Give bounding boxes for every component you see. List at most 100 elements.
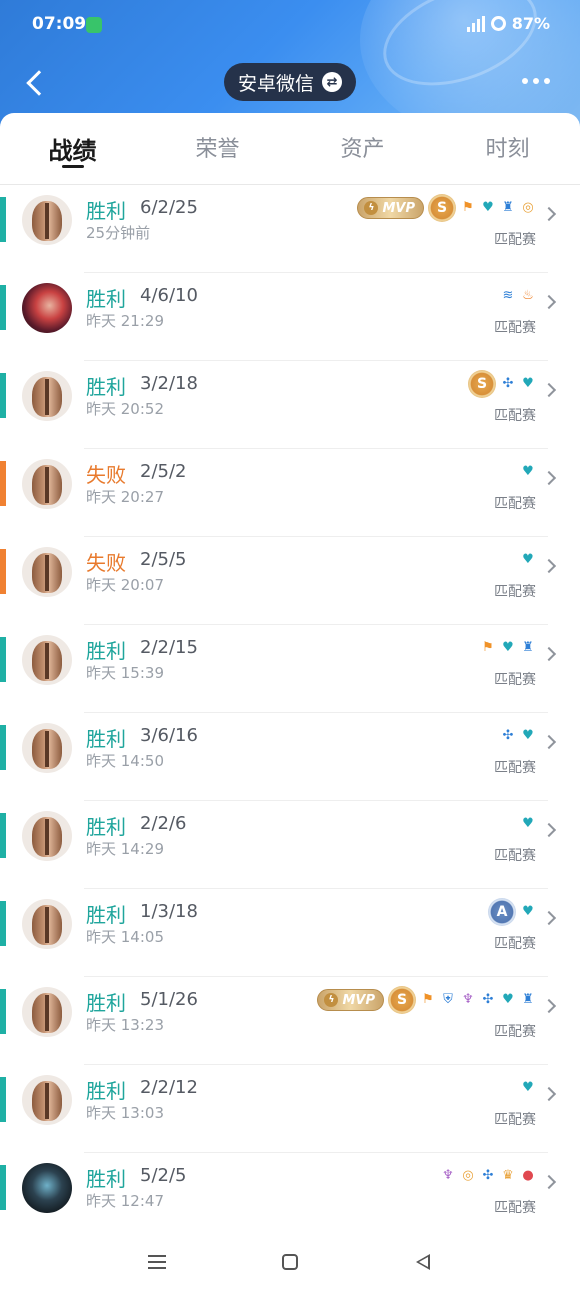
heart-plus-icon: ♥	[522, 552, 534, 567]
heart-plus-icon: ♥	[522, 1080, 534, 1095]
assist-icon: ✣	[482, 1168, 494, 1183]
match-time: 昨天 14:29	[86, 840, 164, 858]
match-kda: 2/5/5	[140, 549, 187, 570]
account-label: 安卓微信	[238, 72, 315, 95]
match-mode: 匹配赛	[494, 936, 536, 952]
match-result: 胜利	[86, 815, 126, 839]
result-indicator	[0, 1077, 6, 1122]
match-badges: ✣ ♥	[500, 723, 536, 749]
match-row[interactable]: 胜利 2/2/12 昨天 13:03 ♥ 匹配赛	[0, 1065, 580, 1153]
match-row[interactable]: 胜利 6/2/25 25分钟前 ϟ MVP S ⚑ ♥ ♜ ◎ 匹配赛	[0, 185, 580, 273]
match-kda: 2/2/6	[140, 813, 187, 834]
chevron-right-icon	[541, 734, 557, 750]
match-time: 昨天 15:39	[86, 664, 164, 682]
match-badges: ≋ ♨	[500, 283, 536, 309]
result-indicator	[0, 373, 6, 418]
match-time: 昨天 20:52	[86, 400, 164, 418]
grade-badge: S	[468, 370, 496, 398]
chevron-right-icon	[541, 206, 557, 222]
more-options-button[interactable]	[522, 78, 550, 84]
tab-honor[interactable]: 荣誉	[145, 113, 290, 184]
demon-icon: ♆	[462, 992, 474, 1007]
hero-avatar	[22, 899, 72, 949]
back-arrow-icon	[26, 70, 52, 96]
match-time: 昨天 12:47	[86, 1192, 164, 1210]
match-row[interactable]: 胜利 5/1/26 昨天 13:23 ϟ MVP S ⚑ ⛨ ♆ ✣ ♥ ♜ 匹配赛	[0, 977, 580, 1065]
match-badges: ♥	[520, 547, 536, 573]
tab-assets[interactable]: 资产	[290, 113, 435, 184]
match-result: 胜利	[86, 199, 126, 223]
swap-icon: ⇄	[322, 72, 343, 92]
match-result: 失败	[86, 463, 126, 487]
grade-badge: A	[488, 898, 516, 926]
match-row[interactable]: 失败 2/5/2 昨天 20:27 ♥ 匹配赛	[0, 449, 580, 537]
match-result: 胜利	[86, 375, 126, 399]
assist-icon: ✣	[502, 376, 514, 391]
hero-avatar	[22, 547, 72, 597]
match-list: 胜利 6/2/25 25分钟前 ϟ MVP S ⚑ ♥ ♜ ◎ 匹配赛 胜利 4/6/10 …	[0, 185, 580, 1241]
match-row[interactable]: 胜利 2/2/6 昨天 14:29 ♥ 匹配赛	[0, 801, 580, 889]
match-result: 胜利	[86, 1167, 126, 1191]
match-badges: ϟ MVP S ⚑ ⛨ ♆ ✣ ♥ ♜	[317, 986, 536, 1014]
match-row[interactable]: 胜利 2/2/15 昨天 15:39 ⚑ ♥ ♜ 匹配赛	[0, 625, 580, 713]
app-notification-icon	[86, 17, 102, 33]
back-button[interactable]	[20, 66, 52, 100]
tab-record[interactable]: 战绩	[0, 113, 145, 184]
match-mode: 匹配赛	[494, 496, 536, 512]
heart-plus-icon: ♥	[522, 464, 534, 479]
hero-avatar	[22, 371, 72, 421]
result-indicator	[0, 901, 6, 946]
match-mode: 匹配赛	[494, 1112, 536, 1128]
recent-apps-button[interactable]	[148, 1255, 166, 1269]
match-badges: ϟ MVP S ⚑ ♥ ♜ ◎	[357, 194, 536, 222]
hero-avatar	[22, 1163, 72, 1213]
chevron-right-icon	[541, 1086, 557, 1102]
account-switch-button[interactable]: 安卓微信 ⇄	[224, 63, 357, 101]
match-row[interactable]: 胜利 3/2/18 昨天 20:52 S ✣ ♥ 匹配赛	[0, 361, 580, 449]
match-time: 昨天 14:05	[86, 928, 164, 946]
heart-plus-icon: ♥	[522, 904, 534, 919]
match-time: 昨天 13:03	[86, 1104, 164, 1122]
match-mode: 匹配赛	[494, 1024, 536, 1040]
match-result: 胜利	[86, 1079, 126, 1103]
match-badges: ♥	[520, 459, 536, 485]
match-row[interactable]: 胜利 4/6/10 昨天 21:29 ≋ ♨ 匹配赛	[0, 273, 580, 361]
mvp-bolt-icon: ϟ	[364, 201, 379, 215]
match-result: 胜利	[86, 991, 126, 1015]
hero-avatar	[22, 635, 72, 685]
match-time: 昨天 13:23	[86, 1016, 164, 1034]
match-time: 25分钟前	[86, 224, 151, 242]
hero-avatar	[22, 987, 72, 1037]
match-time: 昨天 21:29	[86, 312, 164, 330]
match-kda: 1/3/18	[140, 901, 198, 922]
match-row[interactable]: 胜利 1/3/18 昨天 14:05 A ♥ 匹配赛	[0, 889, 580, 977]
match-row[interactable]: 失败 2/5/5 昨天 20:07 ♥ 匹配赛	[0, 537, 580, 625]
match-result: 胜利	[86, 287, 126, 311]
mvp-label: MVP	[382, 200, 415, 216]
match-result: 失败	[86, 551, 126, 575]
match-badges: S ✣ ♥	[468, 370, 536, 398]
match-mode: 匹配赛	[494, 760, 536, 776]
heart-plus-icon: ♥	[522, 728, 534, 743]
chevron-right-icon	[541, 382, 557, 398]
chevron-right-icon	[541, 470, 557, 486]
match-time: 昨天 14:50	[86, 752, 164, 770]
heart-plus-icon: ♥	[482, 200, 494, 215]
tab-moments[interactable]: 时刻	[435, 113, 580, 184]
result-indicator	[0, 1165, 6, 1210]
chevron-right-icon	[541, 910, 557, 926]
home-button[interactable]	[282, 1254, 298, 1270]
system-back-button[interactable]	[416, 1254, 430, 1270]
chevron-right-icon	[541, 1174, 557, 1190]
cup-icon: ♛	[502, 1168, 514, 1183]
heart-plus-icon: ♥	[502, 992, 514, 1007]
match-result: 胜利	[86, 727, 126, 751]
tower-icon: ♜	[502, 200, 514, 215]
mvp-label: MVP	[342, 992, 375, 1008]
status-bar: 07:09 87%	[0, 0, 580, 50]
flag-icon: ⚑	[482, 640, 494, 655]
match-row[interactable]: 胜利 3/6/16 昨天 14:50 ✣ ♥ 匹配赛	[0, 713, 580, 801]
tower-icon: ♜	[522, 640, 534, 655]
result-indicator	[0, 725, 6, 770]
hero-avatar	[22, 283, 72, 333]
